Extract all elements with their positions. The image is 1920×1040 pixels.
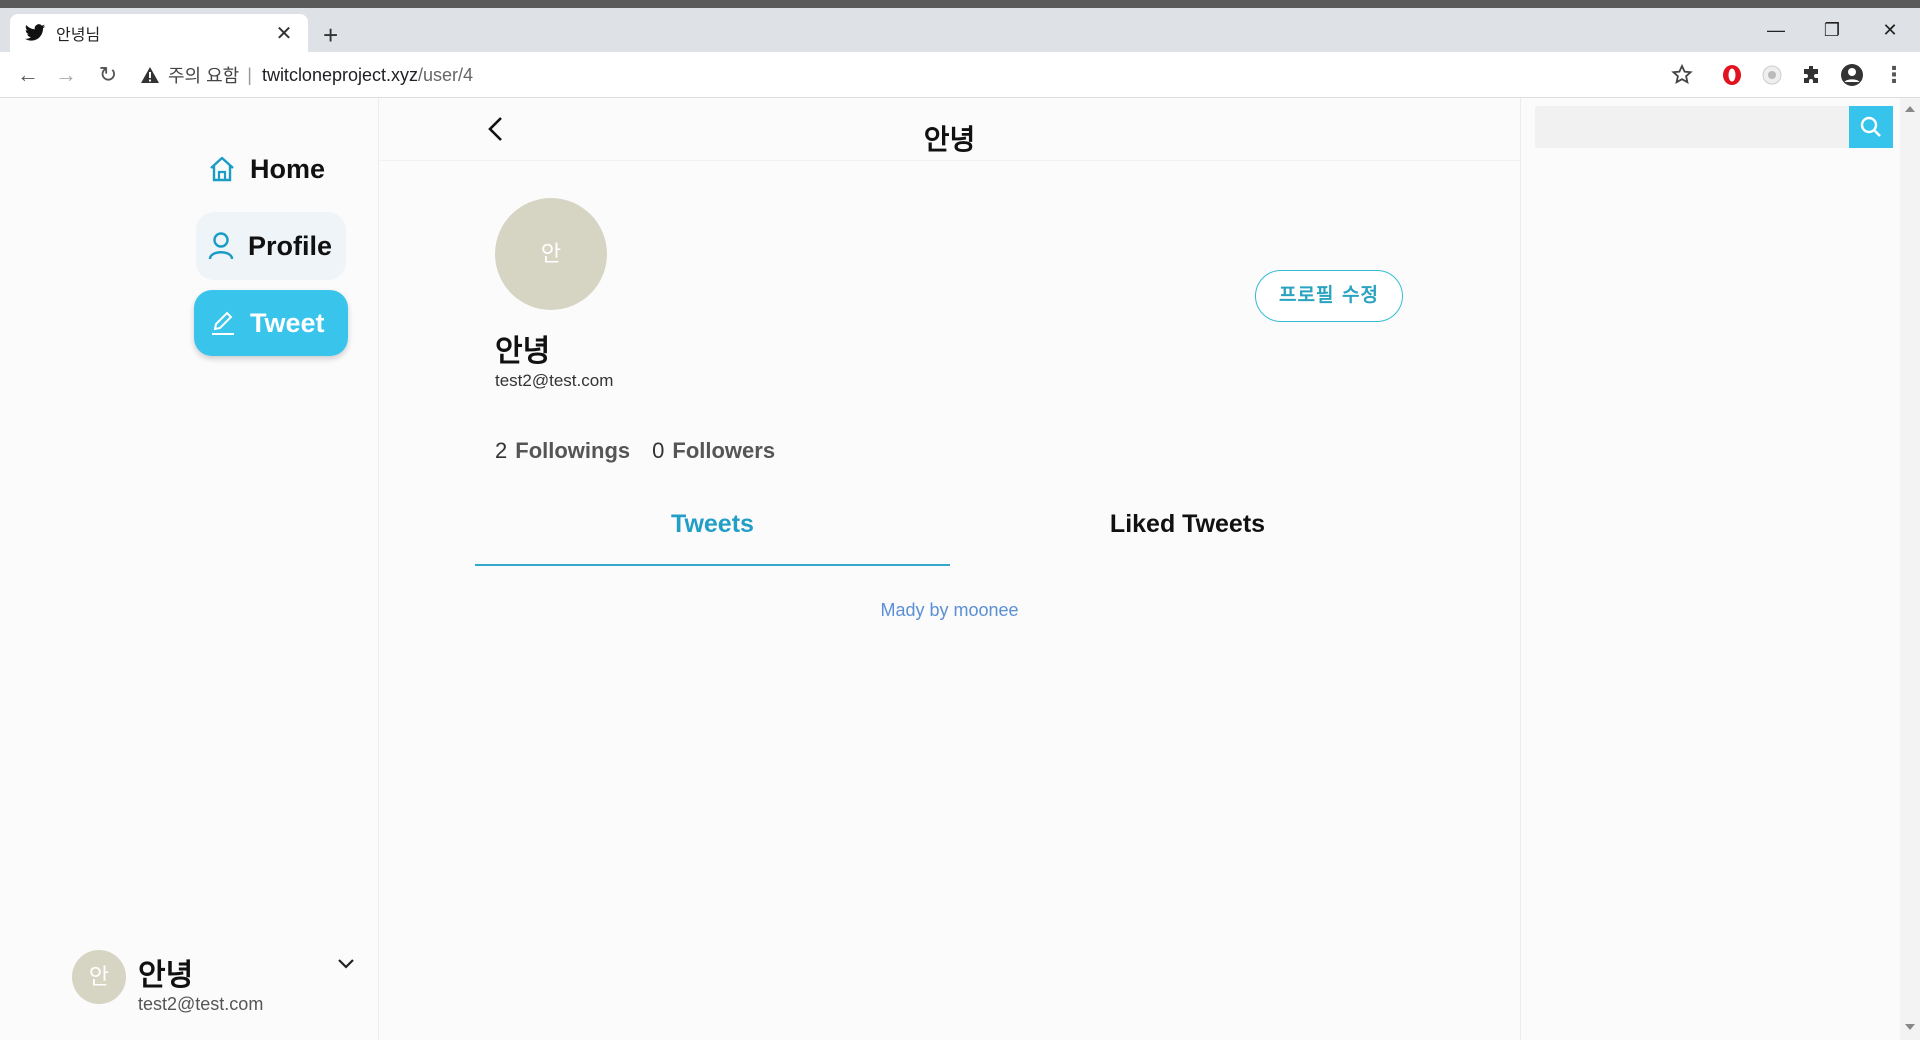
footer-credit: Mady by moonee [880, 600, 1019, 620]
new-tab-button[interactable]: + [323, 22, 338, 48]
scroll-down-icon[interactable] [1903, 1020, 1917, 1034]
user-icon [208, 232, 234, 260]
home-icon [210, 156, 234, 182]
search-input[interactable] [1535, 106, 1880, 148]
search-icon [1860, 116, 1881, 137]
chevron-down-icon[interactable] [336, 954, 356, 974]
right-sidebar [1521, 98, 1920, 1040]
followings-count: 2 [495, 438, 508, 463]
tab-liked-tweets[interactable]: Liked Tweets [950, 494, 1425, 566]
warning-icon [141, 67, 159, 83]
page-title: 안녕 [923, 124, 976, 155]
back-arrow-icon[interactable]: ← [14, 61, 42, 89]
puzzle-extensions-icon[interactable] [1800, 63, 1824, 87]
browser-toolbar: ← → ↻ 주의 요함 | twitcloneproject.xyz/user/… [0, 52, 1920, 98]
tab-tweets[interactable]: Tweets [475, 494, 950, 566]
pen-icon [212, 311, 234, 335]
reload-icon[interactable]: ↻ [94, 61, 122, 89]
browser-tab[interactable]: 안녕님 ✕ [10, 14, 308, 52]
url-path: /user/4 [418, 64, 474, 85]
browser-menu-icon[interactable]: ⋮ [1880, 61, 1908, 89]
bookmark-star-icon[interactable] [1670, 63, 1694, 87]
page-header: 안녕 [379, 98, 1520, 161]
sidebar-item-label: Tweet [250, 307, 325, 338]
follow-stats: 2 Followings 0 Followers [495, 438, 797, 464]
minimize-icon[interactable]: — [1756, 20, 1796, 41]
forward-arrow-icon[interactable]: → [52, 61, 80, 89]
avatar: 안 [72, 950, 126, 1004]
left-sidebar: Home Profile Tweet 안 안녕 test2@test.com [0, 98, 379, 1040]
main-content: 안녕 안 프로필 수정 안녕 test2@test.com 2 Followin… [379, 98, 1521, 1040]
close-window-icon[interactable]: ✕ [1870, 20, 1910, 41]
tab-title: 안녕님 [56, 27, 101, 44]
current-user-card[interactable]: 안 안녕 test2@test.com [72, 950, 372, 1020]
scroll-up-icon[interactable] [1903, 102, 1917, 116]
profile-name: 안녕 [495, 335, 551, 368]
sidebar-item-label: Home [250, 153, 326, 184]
close-tab-icon[interactable]: ✕ [272, 21, 296, 46]
sidebar-item-home[interactable]: Home [200, 138, 350, 200]
sidebar-item-profile[interactable]: Profile [196, 212, 346, 280]
sidebar-item-label: Profile [248, 230, 333, 261]
followings-link[interactable]: Followings [515, 438, 630, 464]
extension-icon[interactable] [1760, 63, 1784, 87]
page-body: Home Profile Tweet 안 안녕 test2@test.com 안… [0, 98, 1920, 1040]
profile-tabs: Tweets Liked Tweets [475, 494, 1425, 566]
user-email: test2@test.com [138, 994, 264, 1014]
followers-count: 0 [652, 438, 665, 463]
address-bar[interactable]: 주의 요함 | twitcloneproject.xyz/user/4 [140, 58, 1695, 92]
profile-email: test2@test.com [495, 371, 614, 390]
profile-avatar: 안 [495, 198, 607, 310]
url-host: twitcloneproject.xyz [261, 64, 418, 85]
restore-icon[interactable]: ❐ [1812, 20, 1852, 41]
search-button[interactable] [1849, 106, 1893, 148]
security-label: 주의 요함 [168, 66, 240, 86]
opera-extension-icon[interactable] [1720, 63, 1744, 87]
account-avatar-icon[interactable] [1840, 63, 1864, 87]
address-separator: | [247, 64, 252, 85]
browser-tab-strip: 안녕님 ✕ + — ❐ ✕ [0, 0, 1920, 52]
followers-link[interactable]: Followers [672, 438, 775, 464]
edit-profile-button[interactable]: 프로필 수정 [1255, 270, 1403, 322]
twitter-bird-icon [24, 24, 46, 41]
page-scrollbar[interactable] [1900, 98, 1920, 1040]
tweet-button[interactable]: Tweet [194, 290, 348, 356]
user-name: 안녕 [138, 959, 194, 992]
